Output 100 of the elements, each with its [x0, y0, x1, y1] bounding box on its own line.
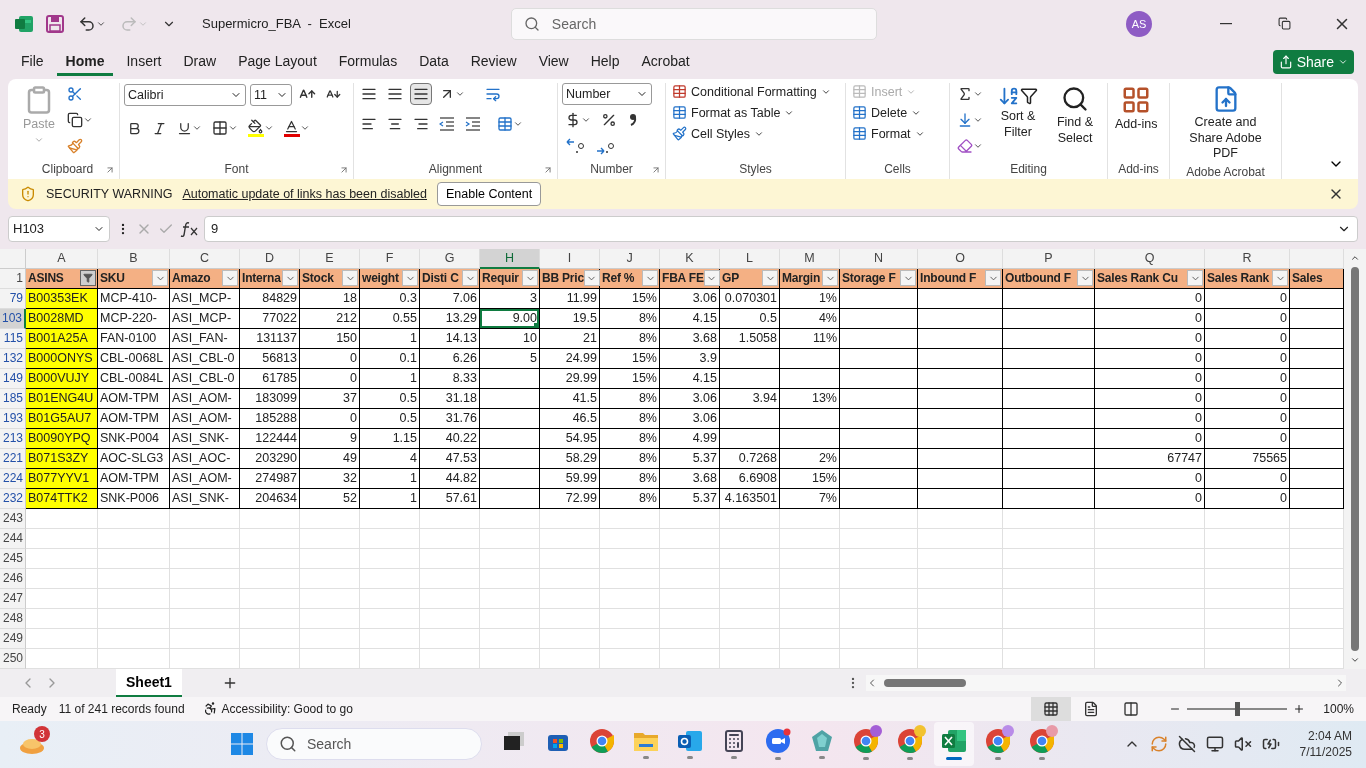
- table-cell: 0.5: [360, 388, 420, 409]
- table-cell: 0.3: [360, 288, 420, 309]
- styles-button[interactable]: Conditional Formatting: [670, 83, 833, 101]
- row-number[interactable]: 243: [0, 508, 26, 529]
- taskbar-search-field[interactable]: Search: [266, 728, 482, 761]
- table-cell: MCP-220-: [98, 308, 170, 329]
- font-size-field[interactable]: 11: [250, 83, 292, 106]
- table-cell: 1.15: [360, 428, 420, 449]
- add-ins-button[interactable]: Add-ins: [1112, 83, 1161, 135]
- column-letter[interactable]: L: [720, 248, 780, 269]
- table-cell: B0090YPQ: [26, 428, 98, 449]
- row-number[interactable]: 103: [0, 308, 26, 329]
- row-number[interactable]: 1: [0, 268, 26, 289]
- clock-time[interactable]: 2:04 AM: [1307, 729, 1352, 744]
- row-number[interactable]: 247: [0, 588, 26, 609]
- column-letter[interactable]: P: [1003, 248, 1095, 269]
- table-cell: 15%: [600, 348, 660, 369]
- column-letter[interactable]: F: [360, 248, 420, 269]
- menu-tab[interactable]: View: [529, 48, 578, 76]
- find-select-button[interactable]: Find & Select: [1050, 83, 1100, 149]
- row-number[interactable]: 250: [0, 648, 26, 669]
- cells-button[interactable]: Format: [850, 125, 927, 143]
- column-letter[interactable]: Q: [1095, 248, 1205, 269]
- menu-tab[interactable]: Help: [581, 48, 629, 76]
- number-format-field[interactable]: Number: [562, 83, 652, 106]
- security-message-link[interactable]: Automatic update of links has been disabled: [182, 187, 427, 201]
- table-cell: 3.9: [660, 348, 720, 369]
- menu-tab[interactable]: Data: [410, 48, 458, 76]
- row-number[interactable]: 193: [0, 408, 26, 429]
- table-cell: 0.55: [360, 308, 420, 329]
- menu-tab[interactable]: Insert: [117, 48, 171, 76]
- menu-tab[interactable]: Home: [56, 48, 114, 76]
- column-letter[interactable]: H: [480, 248, 540, 269]
- row-number[interactable]: 232: [0, 488, 26, 509]
- row-number[interactable]: 115: [0, 328, 26, 349]
- header-text: Storage F: [842, 271, 896, 286]
- table-cell: 185288: [240, 408, 300, 429]
- row-number[interactable]: 248: [0, 608, 26, 629]
- row-number[interactable]: 149: [0, 368, 26, 389]
- menu-tab[interactable]: Review: [461, 48, 526, 76]
- row-number[interactable]: 221: [0, 448, 26, 469]
- column-letter[interactable]: R: [1205, 248, 1290, 269]
- header-text: Inbound F: [920, 271, 977, 286]
- font-name-field[interactable]: Calibri: [124, 83, 246, 106]
- row-number[interactable]: 249: [0, 628, 26, 649]
- column-letter[interactable]: J: [600, 248, 660, 269]
- table-cell: 61785: [240, 368, 300, 389]
- cells-button[interactable]: Delete: [850, 104, 927, 122]
- styles-button[interactable]: Format as Table: [670, 104, 833, 122]
- row-number[interactable]: 132: [0, 348, 26, 369]
- column-letter[interactable]: O: [918, 248, 1003, 269]
- table-cell: AOM-TPM: [98, 468, 170, 489]
- row-number[interactable]: 244: [0, 528, 26, 549]
- column-letter[interactable]: K: [660, 248, 720, 269]
- column-letter[interactable]: B: [98, 248, 170, 269]
- table-cell: AOM-TPM: [98, 408, 170, 429]
- menu-tab[interactable]: File: [12, 48, 53, 76]
- table-cell: 0: [1205, 368, 1290, 389]
- menu-tab[interactable]: Page Layout: [229, 48, 326, 76]
- table-cell: 29.99: [540, 368, 600, 389]
- share-button[interactable]: Share: [1272, 50, 1354, 75]
- zoom-level[interactable]: 100%: [1323, 701, 1354, 716]
- name-box[interactable]: H103: [8, 215, 110, 242]
- sort-filter-button[interactable]: Sort & Filter: [992, 83, 1044, 143]
- column-letter[interactable]: G: [420, 248, 480, 269]
- row-number[interactable]: 246: [0, 568, 26, 589]
- table-cell: 8%: [600, 428, 660, 449]
- menu-tab[interactable]: Formulas: [329, 48, 407, 76]
- accessibility-status[interactable]: Accessibility: Good to go: [221, 701, 353, 716]
- table-cell: 8%: [600, 468, 660, 489]
- table-cell: B01ENG4U: [26, 388, 98, 409]
- column-letter[interactable]: M: [780, 248, 840, 269]
- table-cell: 15%: [600, 368, 660, 389]
- row-number[interactable]: 213: [0, 428, 26, 449]
- menu-tab[interactable]: Draw: [174, 48, 226, 76]
- search-field[interactable]: Search: [510, 7, 877, 40]
- table-cell: 0: [1095, 428, 1205, 449]
- row-number[interactable]: 185: [0, 388, 26, 409]
- column-letter[interactable]: N: [840, 248, 918, 269]
- styles-button[interactable]: Cell Styles: [670, 125, 833, 143]
- clock-date[interactable]: 7/11/2025: [1299, 745, 1352, 760]
- table-cell: 15%: [600, 288, 660, 309]
- user-avatar[interactable]: AS: [1126, 10, 1152, 37]
- column-letter[interactable]: D: [240, 248, 300, 269]
- column-letter[interactable]: A: [26, 248, 98, 269]
- table-cell: 131137: [240, 328, 300, 349]
- create-pdf-button[interactable]: Create and Share Adobe PDF: [1174, 83, 1277, 165]
- row-number[interactable]: 245: [0, 548, 26, 569]
- column-letter[interactable]: I: [540, 248, 600, 269]
- row-number[interactable]: 79: [0, 288, 26, 309]
- column-letter[interactable]: C: [170, 248, 240, 269]
- header-text: BB Pric: [542, 271, 584, 286]
- row-number[interactable]: 224: [0, 468, 26, 489]
- menu-tab[interactable]: Acrobat: [632, 48, 699, 76]
- formula-field[interactable]: 9: [204, 215, 1358, 242]
- sheet-tab[interactable]: Sheet1: [116, 668, 182, 697]
- column-letter[interactable]: E: [300, 248, 360, 269]
- table-cell: 59.99: [540, 468, 600, 489]
- table-cell: 0: [300, 348, 360, 369]
- enable-content-button[interactable]: Enable Content: [437, 182, 542, 206]
